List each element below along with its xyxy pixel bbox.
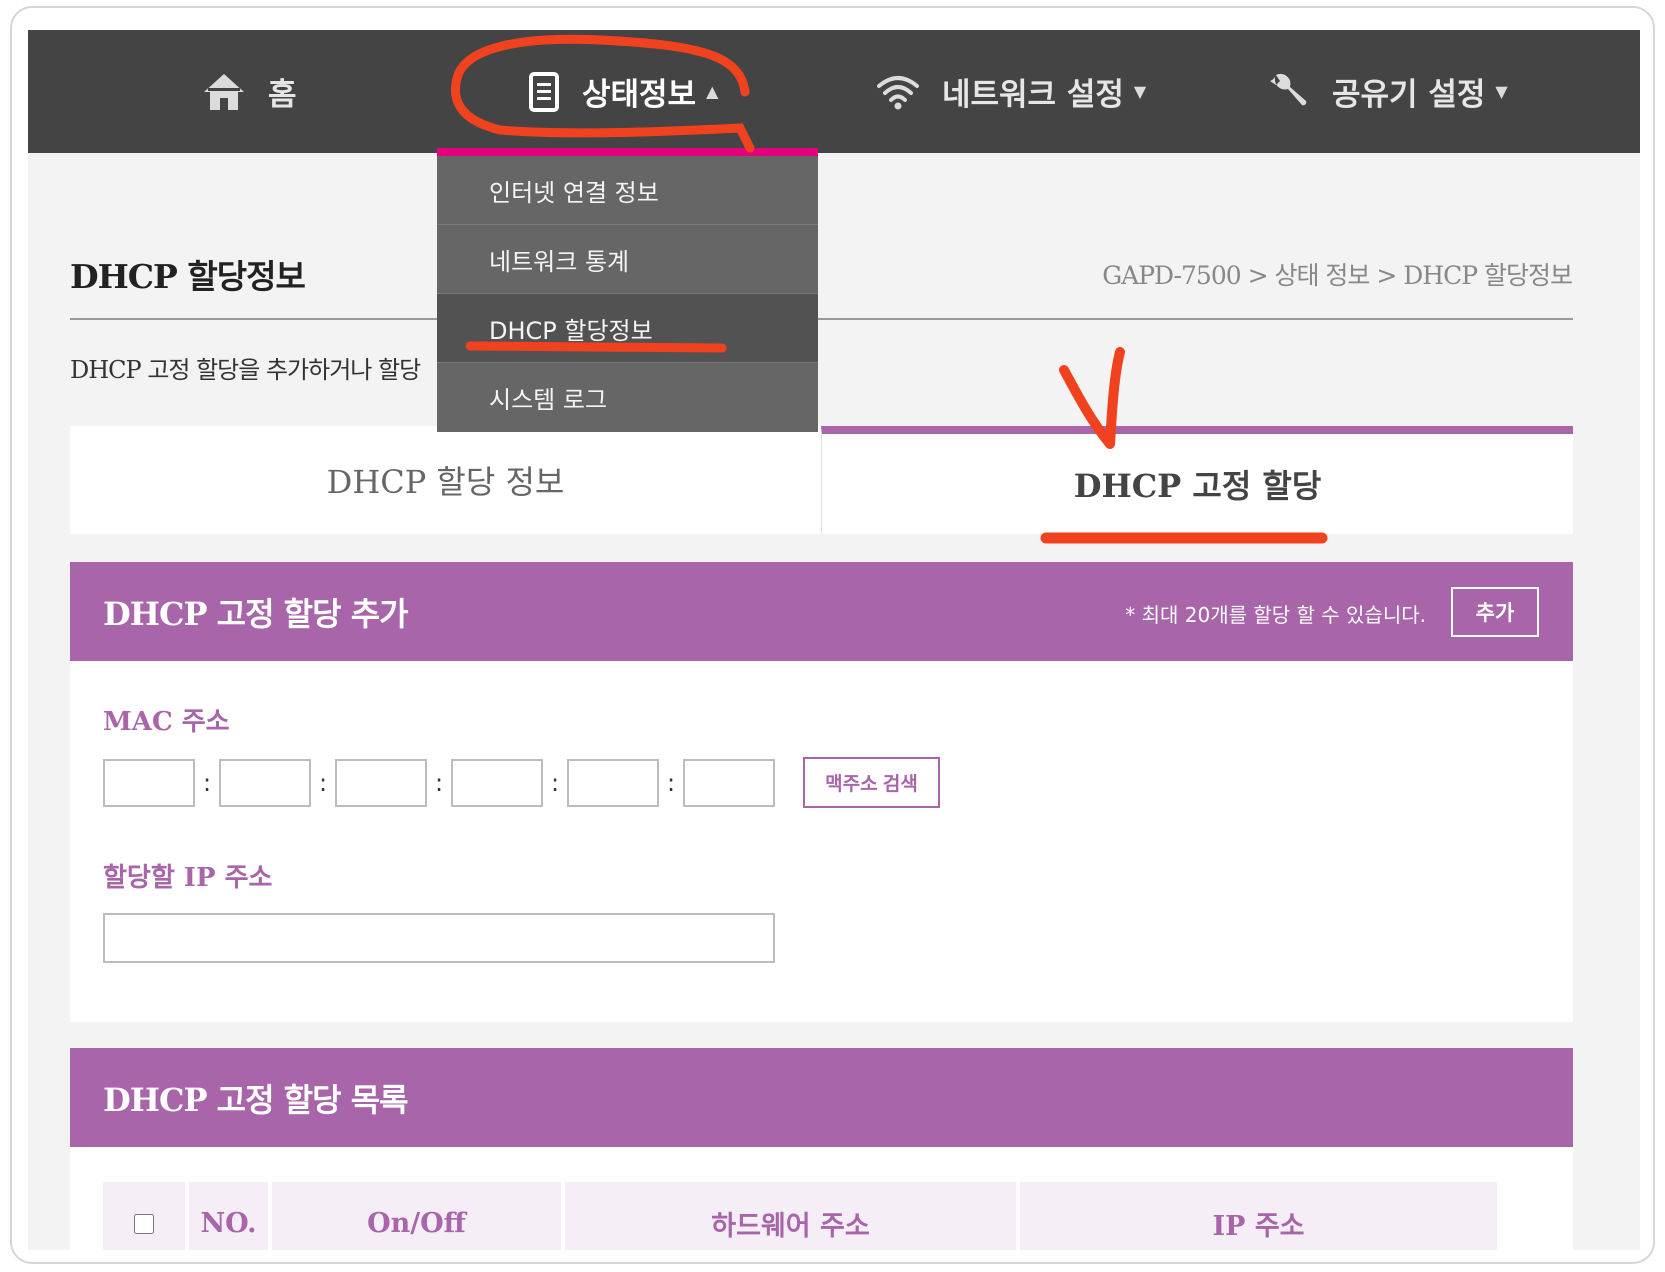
add-button[interactable]: 추가 [1451,587,1539,637]
screenshot-frame: 홈 상태정보 ▲ 네트워크 설정 ▼ 공유기 설정 ▼ DHCP 할당정보 GA… [10,6,1655,1264]
breadcrumb: GAPD-7500 > 상태 정보 > DHCP 할당정보 [1102,261,1573,290]
document-icon [529,71,559,112]
mac-separator: : [318,768,328,797]
select-all-cell [103,1182,185,1250]
menu-item-internet-connection[interactable]: 인터넷 연결 정보 [437,156,818,225]
tab-dhcp-lease-info[interactable]: DHCP 할당 정보 [70,426,821,534]
list-panel-title: DHCP 고정 할당 목록 [103,1080,409,1119]
mac-address-fields: : : : : : 맥주소 검색 [103,757,940,808]
column-header-hardware-address: 하드웨어 주소 [565,1182,1016,1250]
ip-address-label: 할당할 IP 주소 [103,863,273,893]
caret-down-icon: ▼ [1133,82,1147,101]
table-header: NO. On/Off 하드웨어 주소 IP 주소 [103,1182,1497,1250]
column-header-no: NO. [189,1182,268,1250]
mac-separator: : [550,768,560,797]
select-all-checkbox[interactable] [134,1213,154,1234]
nav-home[interactable]: 홈 [202,30,297,153]
router-admin-page: 홈 상태정보 ▲ 네트워크 설정 ▼ 공유기 설정 ▼ DHCP 할당정보 GA… [28,30,1640,1250]
mac-separator: : [202,768,212,797]
static-lease-add-form: MAC 주소 : : : : : 맥주소 검색 할당할 IP 주소 [70,661,1573,1022]
wifi-icon [877,75,919,109]
nav-router-settings[interactable]: 공유기 설정 ▼ [1268,30,1508,153]
menu-item-network-stats[interactable]: 네트워크 통계 [437,225,818,294]
mac-search-button[interactable]: 맥주소 검색 [803,757,940,808]
column-header-ip-address: IP 주소 [1020,1182,1497,1250]
caret-down-icon: ▼ [1495,82,1508,101]
top-navigation: 홈 상태정보 ▲ 네트워크 설정 ▼ 공유기 설정 ▼ [28,30,1640,153]
mac-address-label: MAC 주소 [103,707,230,737]
wrench-icon [1270,73,1307,105]
status-info-dropdown: 인터넷 연결 정보 네트워크 통계 DHCP 할당정보 시스템 로그 [437,148,818,432]
nav-status-info[interactable]: 상태정보 ▲ [528,30,718,153]
caret-up-icon: ▲ [706,82,719,101]
mac-separator: : [666,768,676,797]
column-header-onoff: On/Off [272,1182,561,1250]
mac-octet-6-input[interactable] [683,758,775,807]
mac-octet-4-input[interactable] [451,758,543,807]
nav-network-settings[interactable]: 네트워크 설정 ▼ [876,30,1146,153]
nav-status-label: 상태정보 [582,77,697,113]
mac-octet-2-input[interactable] [219,758,311,807]
static-lease-list-header: DHCP 고정 할당 목록 [70,1048,1573,1147]
title-divider [70,318,1573,320]
nav-home-label: 홈 [268,77,297,113]
nav-router-label: 공유기 설정 [1332,77,1486,113]
tab-dhcp-static-lease[interactable]: DHCP 고정 할당 [821,426,1573,534]
ip-address-input[interactable] [103,913,775,963]
max-lease-note: * 최대 20개를 할당 할 수 있습니다. [1125,603,1426,627]
mac-octet-3-input[interactable] [335,758,427,807]
mac-separator: : [434,768,444,797]
mac-octet-1-input[interactable] [103,758,195,807]
static-lease-table: NO. On/Off 하드웨어 주소 IP 주소 [70,1147,1573,1250]
menu-item-dhcp-lease-info[interactable]: DHCP 할당정보 [437,294,818,363]
tab-bar: DHCP 할당 정보 DHCP 고정 할당 [70,426,1573,534]
home-icon [204,73,244,110]
add-panel-title: DHCP 고정 할당 추가 [103,594,409,633]
page-title: DHCP 할당정보 [70,257,306,296]
static-lease-add-header: DHCP 고정 할당 추가 * 최대 20개를 할당 할 수 있습니다. 추가 [70,562,1573,661]
menu-item-system-log[interactable]: 시스템 로그 [437,363,818,432]
page-description: DHCP 고정 할당을 추가하거나 할당 [70,356,421,384]
mac-octet-5-input[interactable] [567,758,659,807]
nav-network-label: 네트워크 설정 [942,77,1124,113]
